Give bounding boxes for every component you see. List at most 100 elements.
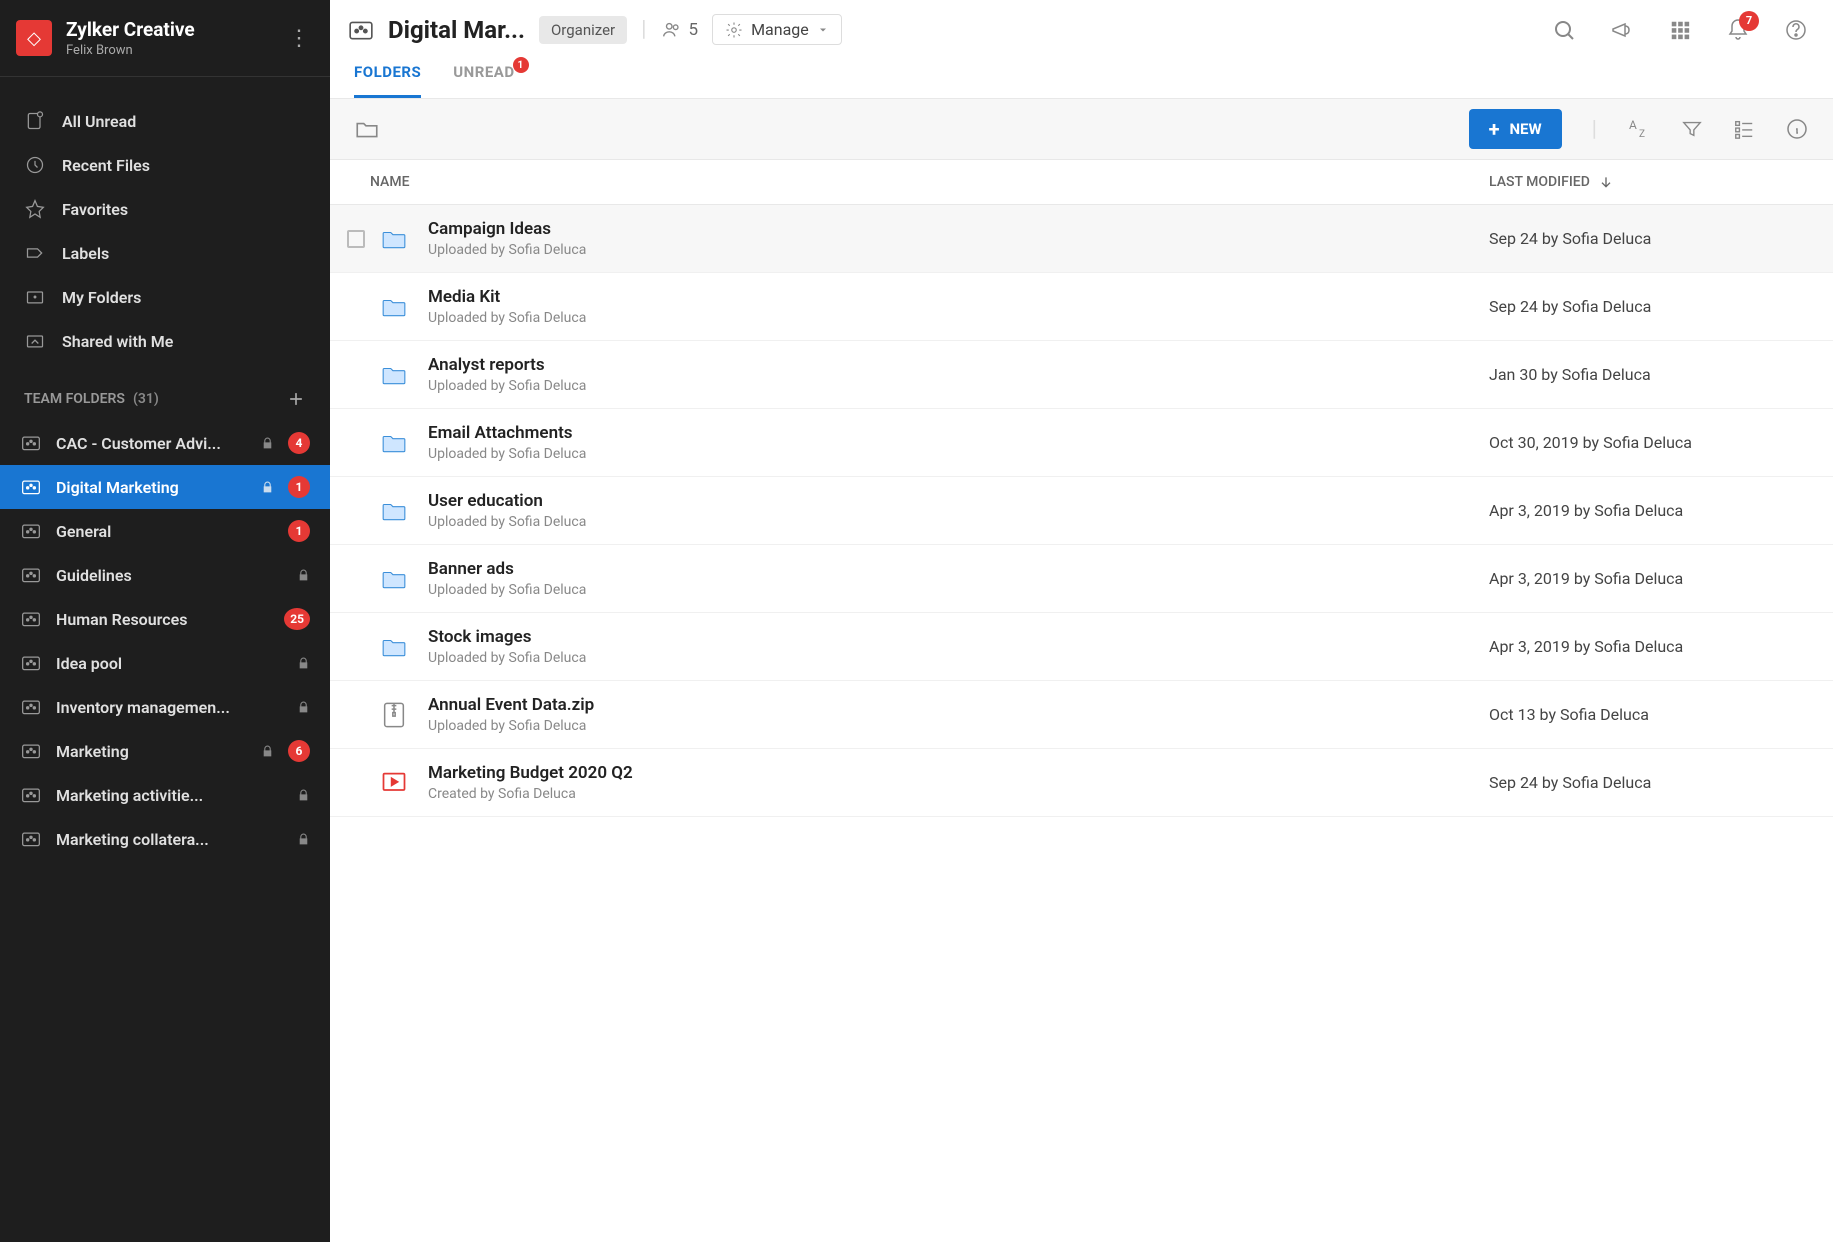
team-folder-item[interactable]: General1 — [0, 509, 330, 553]
lock-icon — [297, 569, 310, 582]
file-name: Annual Event Data.zip — [428, 695, 1489, 715]
file-row[interactable]: Annual Event Data.zip Uploaded by Sofia D… — [330, 681, 1833, 749]
file-row[interactable]: Marketing Budget 2020 Q2Created by Sofia… — [330, 749, 1833, 817]
team-folders-count: (31) — [133, 391, 159, 407]
file-row[interactable]: Banner adsUploaded by Sofia DelucaApr 3,… — [330, 545, 1833, 613]
document-icon — [24, 110, 46, 132]
file-row[interactable]: Analyst reportsUploaded by Sofia DelucaJ… — [330, 341, 1833, 409]
manage-button[interactable]: Manage — [712, 14, 842, 45]
team-folder-label: Inventory managemen... — [56, 698, 283, 717]
file-row[interactable]: User educationUploaded by Sofia DelucaAp… — [330, 477, 1833, 545]
file-modified: Sep 24 by Sofia Deluca — [1489, 229, 1809, 248]
column-name[interactable]: NAME — [370, 174, 1489, 190]
file-name: Campaign Ideas — [428, 219, 1489, 239]
member-count[interactable]: 5 — [661, 19, 699, 41]
bell-icon[interactable]: 7 — [1725, 17, 1751, 43]
file-modified: Sep 24 by Sofia Deluca — [1489, 297, 1809, 316]
team-folder-icon — [20, 432, 42, 454]
clock-icon — [24, 154, 46, 176]
file-row[interactable]: Stock imagesUploaded by Sofia DelucaApr … — [330, 613, 1833, 681]
team-folder-label: Human Resources — [56, 610, 270, 629]
organizer-chip: Organizer — [539, 16, 627, 44]
lock-icon — [297, 833, 310, 846]
file-info: Analyst reportsUploaded by Sofia Deluca — [428, 355, 1489, 394]
arrow-down-icon — [1598, 174, 1614, 190]
nav-shared[interactable]: Shared with Me — [0, 319, 330, 363]
team-folder-item[interactable]: Marketing collatera... — [0, 817, 330, 861]
lock-icon — [261, 437, 274, 450]
file-name: Email Attachments — [428, 423, 1489, 443]
file-info: Annual Event Data.zip Uploaded by Sofia D… — [428, 695, 1489, 734]
unread-badge: 25 — [284, 608, 310, 630]
team-folder-item[interactable]: CAC - Customer Advi...4 — [0, 421, 330, 465]
file-modified: Sep 24 by Sofia Deluca — [1489, 773, 1809, 792]
unread-badge: 4 — [288, 432, 310, 454]
info-icon[interactable] — [1785, 117, 1809, 141]
manage-label: Manage — [751, 20, 809, 39]
team-folder-icon — [20, 696, 42, 718]
lock-icon — [261, 745, 274, 758]
workspace-logo[interactable]: ◇ — [16, 20, 52, 56]
apps-icon[interactable] — [1667, 17, 1693, 43]
column-modified[interactable]: LAST MODIFIED — [1489, 174, 1809, 190]
file-meta: Uploaded by Sofia Deluca — [428, 242, 1489, 258]
plus-icon: + — [1489, 119, 1500, 139]
nav-favorites[interactable]: Favorites — [0, 187, 330, 231]
more-vertical-icon[interactable]: ⋮ — [284, 22, 314, 55]
file-meta: Uploaded by Sofia Deluca — [428, 310, 1489, 326]
team-folder-item[interactable]: Human Resources 25 — [0, 597, 330, 641]
team-folder-item[interactable]: Marketing6 — [0, 729, 330, 773]
help-icon[interactable] — [1783, 17, 1809, 43]
nav-labels[interactable]: Labels — [0, 231, 330, 275]
file-modified: Oct 30, 2019 by Sofia Deluca — [1489, 433, 1809, 452]
nav-recent-files[interactable]: Recent Files — [0, 143, 330, 187]
tab-unread[interactable]: UNREAD 1 — [453, 63, 514, 98]
tab-folders[interactable]: FOLDERS — [354, 63, 421, 98]
nav-my-folders[interactable]: My Folders — [0, 275, 330, 319]
team-folder-icon — [20, 608, 42, 630]
team-folder-label: Marketing activitie... — [56, 786, 283, 805]
team-folder-icon — [20, 784, 42, 806]
new-button[interactable]: + NEW — [1469, 109, 1562, 149]
team-folder-breadcrumb-icon[interactable] — [348, 17, 374, 43]
team-folder-item[interactable]: Marketing activitie... — [0, 773, 330, 817]
file-info: Banner adsUploaded by Sofia Deluca — [428, 559, 1489, 598]
file-meta: Uploaded by Sofia Deluca — [428, 718, 1489, 734]
folder-outline-icon[interactable] — [354, 116, 380, 142]
topbar: Digital Mar... Organizer | 5 Manage 7 — [330, 0, 1833, 45]
file-type-icon — [374, 294, 414, 320]
team-folder-item[interactable]: Idea pool — [0, 641, 330, 685]
row-checkbox[interactable] — [344, 230, 368, 248]
file-row[interactable]: Email AttachmentsUploaded by Sofia Deluc… — [330, 409, 1833, 477]
file-info: Marketing Budget 2020 Q2Created by Sofia… — [428, 763, 1489, 802]
nav-all-unread[interactable]: All Unread — [0, 99, 330, 143]
unread-badge: 1 — [288, 476, 310, 498]
filter-icon[interactable] — [1681, 118, 1703, 140]
workspace-user: Felix Brown — [66, 43, 270, 58]
team-folder-label: Marketing collatera... — [56, 830, 283, 849]
team-folder-icon — [20, 828, 42, 850]
announcement-icon[interactable] — [1609, 17, 1635, 43]
sidebar: ◇ Zylker Creative Felix Brown ⋮ All Unre… — [0, 0, 330, 1242]
view-list-icon[interactable] — [1733, 118, 1755, 140]
file-meta: Uploaded by Sofia Deluca — [428, 514, 1489, 530]
nav-label: All Unread — [62, 112, 136, 131]
team-folder-item[interactable]: Inventory managemen... — [0, 685, 330, 729]
sort-alpha-icon[interactable]: AZ — [1627, 117, 1651, 141]
file-name: Stock images — [428, 627, 1489, 647]
file-type-icon — [374, 634, 414, 660]
team-folders-header: TEAM FOLDERS (31) — [0, 371, 330, 421]
team-folder-item[interactable]: Guidelines — [0, 553, 330, 597]
nav-label: Labels — [62, 244, 109, 263]
list-header: NAME LAST MODIFIED — [330, 160, 1833, 205]
team-folders-list: CAC - Customer Advi...4Digital Marketing… — [0, 421, 330, 861]
file-row[interactable]: Campaign Ideas Uploaded by Sofia DelucaSe… — [330, 205, 1833, 273]
file-info: User educationUploaded by Sofia Deluca — [428, 491, 1489, 530]
file-row[interactable]: Media KitUploaded by Sofia DelucaSep 24 … — [330, 273, 1833, 341]
search-icon[interactable] — [1551, 17, 1577, 43]
column-modified-label: LAST MODIFIED — [1489, 174, 1590, 190]
page-title: Digital Mar... — [388, 16, 525, 44]
file-list: Campaign IdeasUploaded by Sofia DelucaSe… — [330, 205, 1833, 1242]
plus-icon[interactable] — [286, 389, 306, 409]
team-folder-item[interactable]: Digital Marketing1 — [0, 465, 330, 509]
